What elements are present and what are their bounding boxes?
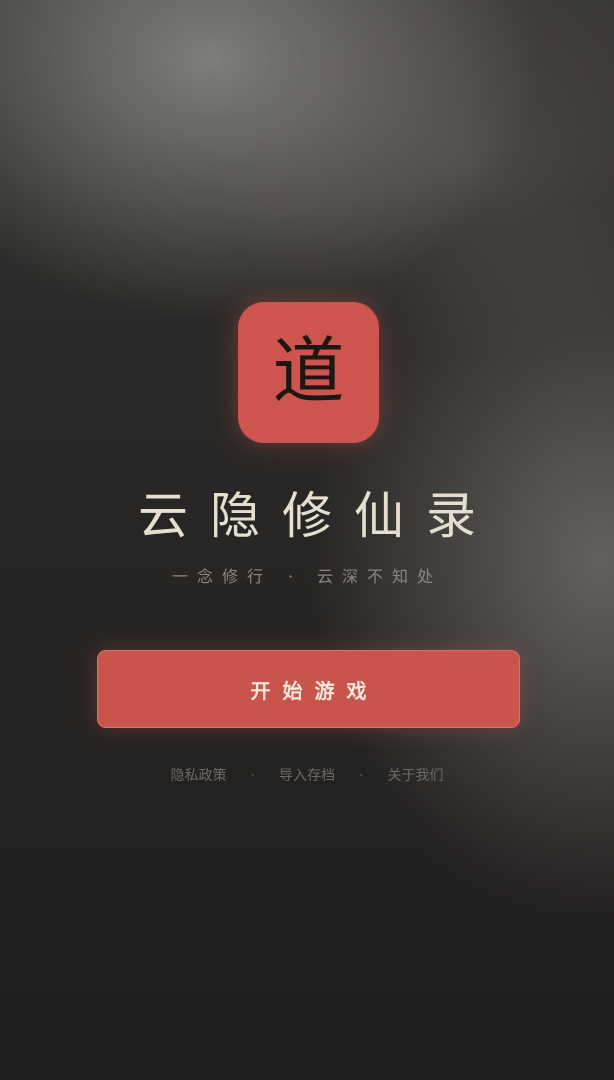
subtitle-separator: · [287, 567, 294, 586]
game-title: 云隐修仙录 [138, 487, 498, 545]
app-logo: 道 [238, 302, 379, 443]
about-us-link[interactable]: 关于我们 [387, 766, 443, 786]
privacy-policy-link[interactable]: 隐私政策 [171, 766, 227, 786]
import-save-link[interactable]: 导入存档 [279, 766, 335, 786]
start-game-label: 开始游戏 [250, 678, 379, 703]
logo-character: 道 [272, 328, 345, 413]
subtitle-left: 一念修行 [171, 567, 272, 586]
subtitle: 一念修行 · 云深不知处 [0, 566, 614, 588]
link-separator: · [359, 768, 364, 784]
footer-links: 隐私政策 · 导入存档 · 关于我们 [0, 766, 614, 786]
start-game-button[interactable]: 开始游戏 [97, 650, 520, 728]
link-separator: · [250, 768, 255, 784]
subtitle-right: 云深不知处 [317, 567, 443, 586]
